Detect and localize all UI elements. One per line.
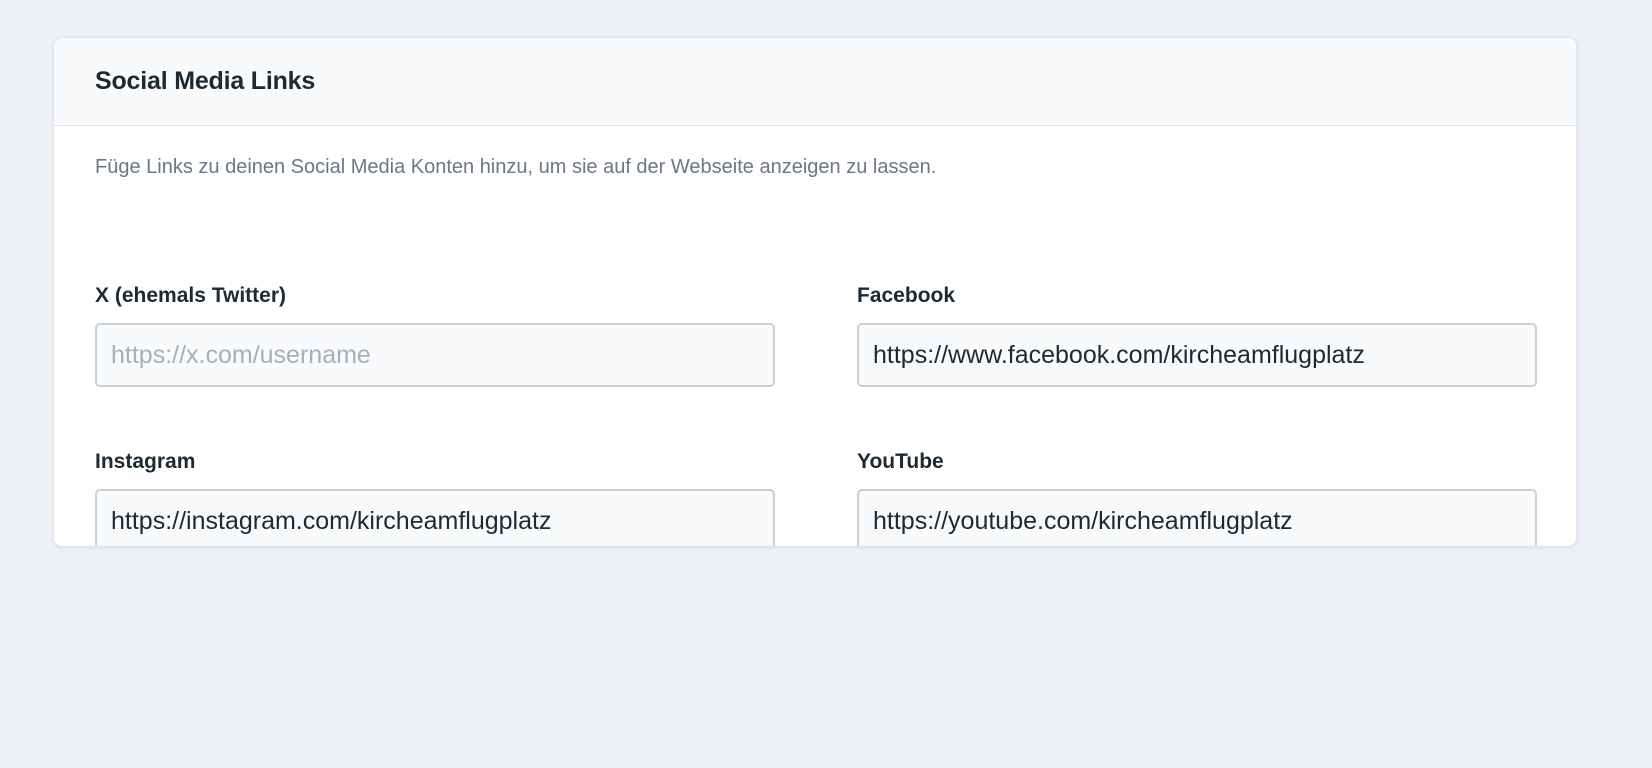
youtube-url-input[interactable]	[857, 489, 1537, 546]
twitter-field: X (ehemals Twitter)	[95, 282, 775, 387]
youtube-label: YouTube	[857, 450, 944, 473]
facebook-field: Facebook	[857, 282, 1537, 387]
instagram-field: Instagram	[95, 448, 775, 546]
section-description: Füge Links zu deinen Social Media Konten…	[95, 156, 937, 178]
section-title: Social Media Links	[95, 67, 316, 95]
card-header: Social Media Links	[54, 38, 1576, 126]
social-media-links-card: Social Media Links Füge Links zu deinen …	[53, 37, 1577, 547]
twitter-label: X (ehemals Twitter)	[95, 284, 286, 307]
youtube-field: YouTube	[857, 448, 1537, 546]
twitter-url-input[interactable]	[95, 323, 775, 387]
facebook-label: Facebook	[857, 284, 956, 307]
instagram-label: Instagram	[95, 450, 196, 473]
instagram-url-input[interactable]	[95, 489, 775, 546]
facebook-url-input[interactable]	[857, 323, 1537, 387]
